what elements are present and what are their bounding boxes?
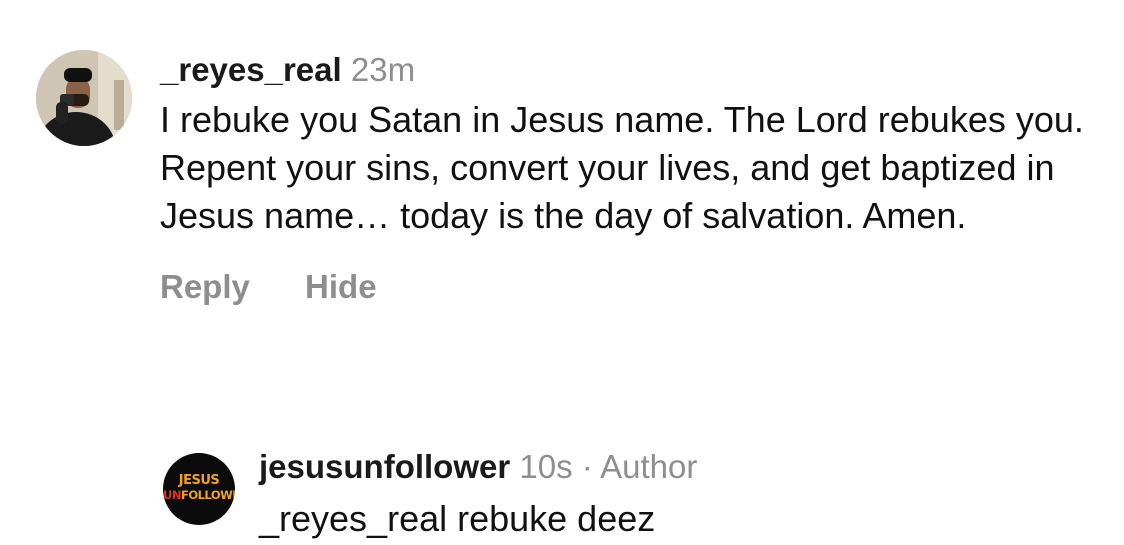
user-photo-icon (36, 50, 132, 146)
logo-text-line2: UNFOLLOWER (163, 488, 235, 502)
comment-timestamp: 10s (519, 448, 573, 485)
comment-username[interactable]: _reyes_real (160, 51, 342, 88)
comment-text: I rebuke you Satan in Jesus name. The Lo… (160, 99, 1084, 236)
comment-actions: Reply Hide (160, 268, 1100, 306)
logo-text-follower: FOLLOWER (180, 488, 235, 502)
avatar[interactable] (36, 50, 132, 146)
hide-button[interactable]: Hide (305, 268, 377, 306)
author-badge: Author (600, 448, 698, 485)
separator-dot: · (581, 448, 593, 485)
comment-username[interactable]: jesusunfollower (259, 448, 510, 485)
logo-text-line1: JESUS (178, 473, 220, 488)
avatar[interactable]: JESUS UNFOLLOWER (163, 453, 235, 525)
comment-timestamp: 23m (350, 51, 416, 88)
comment-text: _reyes_real rebuke deez (259, 498, 656, 539)
logo-text-un: UN (163, 488, 181, 502)
reply-button[interactable]: Reply (160, 268, 250, 306)
